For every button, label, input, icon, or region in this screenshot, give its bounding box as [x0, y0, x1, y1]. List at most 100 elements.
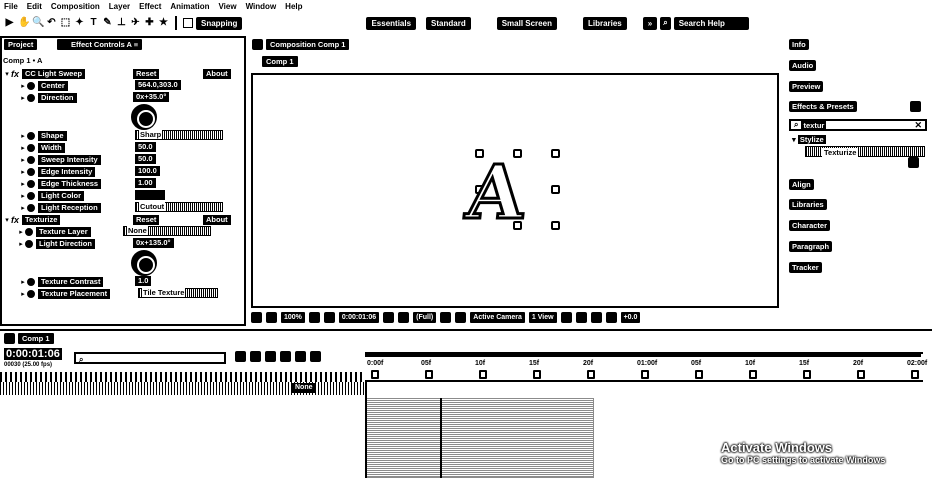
effect-header[interactable]: ▾ fx CC Light Sweep Reset About [3, 68, 243, 79]
fx-icon[interactable]: fx [11, 69, 19, 79]
menu-view[interactable]: View [218, 2, 236, 11]
expand-triangle-icon[interactable]: ▸ [19, 94, 27, 102]
anchor-tool-icon[interactable]: ✚ [144, 17, 155, 29]
menu-edit[interactable]: Edit [27, 2, 42, 11]
property-row[interactable]: ▸ Center [3, 80, 68, 91]
stopwatch-icon[interactable] [27, 203, 35, 212]
tab-timeline-comp[interactable]: Comp 1 [18, 333, 54, 344]
time-marker[interactable] [749, 370, 757, 379]
collapse-triangle-icon[interactable]: ▾ [3, 216, 11, 224]
panel-effects-presets[interactable]: Effects & Presets [789, 101, 857, 112]
expand-triangle-icon[interactable]: ▸ [19, 204, 27, 212]
property-row[interactable]: ▸ Texture Contrast [3, 276, 104, 287]
graph-editor-icon[interactable] [310, 351, 321, 362]
parent-select[interactable]: None [292, 383, 316, 393]
snapping-checkbox[interactable] [183, 18, 193, 28]
time-marker[interactable] [371, 370, 379, 379]
snapping-label[interactable]: Snapping [196, 16, 243, 30]
time-marker[interactable] [695, 370, 703, 379]
reset-link[interactable]: Reset [133, 214, 160, 225]
stopwatch-icon[interactable] [27, 131, 35, 140]
hand-tool-icon[interactable]: ✋ [18, 17, 30, 29]
expand-triangle-icon[interactable]: ▸ [17, 228, 25, 236]
light-color-swatch[interactable] [135, 190, 165, 200]
menu-animation[interactable]: Animation [170, 2, 209, 11]
tab-effect-controls[interactable]: Effect Controls A ≡ [57, 39, 143, 50]
resolution-select[interactable]: (Full) [413, 312, 437, 323]
expand-triangle-icon[interactable]: ▸ [19, 144, 27, 152]
menu-layer[interactable]: Layer [109, 2, 130, 11]
panel-paragraph[interactable]: Paragraph [789, 241, 833, 252]
rectangle-tool-icon[interactable]: ⬚ [60, 17, 71, 29]
reset-link[interactable]: Reset [133, 68, 160, 79]
property-value[interactable]: 0x+135.0° [133, 238, 174, 248]
roto-tool-icon[interactable]: ★ [158, 17, 169, 29]
stopwatch-icon[interactable] [27, 289, 35, 298]
stopwatch-icon[interactable] [27, 81, 35, 90]
expand-triangle-icon[interactable]: ▸ [19, 180, 27, 188]
transform-handle[interactable] [551, 185, 560, 194]
stopwatch-icon[interactable] [27, 93, 35, 102]
expand-triangle-icon[interactable]: ▸ [19, 192, 27, 200]
timecode-display[interactable]: 0:00:01:06 [338, 312, 380, 323]
search-help-input[interactable]: Search Help [673, 16, 749, 30]
timeline-timecode[interactable]: 0:00:01:06 [4, 348, 62, 360]
time-ruler[interactable]: 0:00f 05f 10f 15f 20f 01:00f 05f 10f 15f 20f 02:00… [365, 352, 927, 382]
flowchart-icon[interactable] [605, 312, 617, 323]
workspace-small-screen[interactable]: Small Screen [496, 16, 557, 30]
expand-triangle-icon[interactable]: ▸ [19, 290, 27, 298]
panel-close-icon[interactable] [252, 39, 263, 50]
property-row[interactable]: ▸ Texture Layer [3, 226, 91, 237]
transform-handle[interactable] [551, 221, 560, 230]
workspace-standard[interactable]: Standard [426, 16, 471, 30]
motion-blur-icon[interactable] [295, 351, 306, 362]
property-value[interactable]: 564.0,303.0 [135, 80, 181, 90]
stopwatch-icon[interactable] [25, 239, 33, 248]
shy-layers-icon[interactable] [265, 351, 276, 362]
timeline-close-icon[interactable] [4, 333, 15, 344]
frame-blending-icon[interactable] [280, 351, 291, 362]
property-dropdown[interactable]: None [123, 226, 211, 236]
property-value[interactable]: 0x+35.0° [133, 92, 170, 102]
clone-tool-icon[interactable]: ⊥ [116, 17, 127, 29]
expand-triangle-icon[interactable]: ▸ [19, 168, 27, 176]
property-dropdown[interactable]: Tile Texture [138, 288, 218, 298]
time-marker[interactable] [857, 370, 865, 379]
composition-viewer[interactable]: A [251, 73, 779, 308]
draft-3d-icon[interactable] [250, 351, 261, 362]
panel-tracker[interactable]: Tracker [789, 262, 822, 273]
panel-info[interactable]: Info [789, 39, 809, 50]
expand-triangle-icon[interactable]: ▸ [19, 156, 27, 164]
layer-duration-bar[interactable] [366, 398, 594, 478]
stopwatch-icon[interactable] [27, 155, 35, 164]
rotate-tool-icon[interactable]: ↶ [46, 17, 57, 29]
pen-tool-icon[interactable]: ✦ [74, 17, 85, 29]
work-area-bar[interactable] [365, 352, 921, 357]
stopwatch-icon[interactable] [27, 179, 35, 188]
property-row[interactable]: ▸ Light Reception [3, 202, 101, 213]
time-marker[interactable] [911, 370, 919, 379]
stopwatch-icon[interactable] [25, 227, 33, 236]
zoom-tool-icon[interactable]: 🔍 [32, 17, 44, 29]
stopwatch-icon[interactable] [27, 143, 35, 152]
about-link[interactable]: About [203, 214, 231, 225]
category-stylize[interactable]: ▾ Stylize [792, 135, 826, 144]
effect-result-row[interactable]: Texturize [805, 146, 925, 157]
menu-composition[interactable]: Composition [51, 2, 100, 11]
property-row[interactable]: ▸ Width [3, 142, 65, 153]
effects-menu-icon[interactable] [910, 101, 921, 112]
panel-align[interactable]: Align [789, 179, 814, 190]
menu-file[interactable]: File [4, 2, 18, 11]
camera-icon[interactable] [383, 312, 395, 323]
panel-preview[interactable]: Preview [789, 81, 824, 92]
puppet-tool-icon[interactable]: ✈ [130, 17, 141, 29]
menu-window[interactable]: Window [246, 2, 277, 11]
property-row[interactable]: ▸ Direction [3, 92, 77, 103]
mask-icon[interactable] [323, 312, 335, 323]
view-layout-select[interactable]: 1 View [528, 312, 557, 323]
panel-audio[interactable]: Audio [789, 60, 817, 71]
selection-tool-icon[interactable]: ▶ [4, 17, 15, 29]
expand-triangle-icon[interactable]: ▸ [17, 240, 25, 248]
property-value[interactable]: 1.0 [135, 276, 152, 286]
transparency-grid-icon[interactable] [455, 312, 467, 323]
